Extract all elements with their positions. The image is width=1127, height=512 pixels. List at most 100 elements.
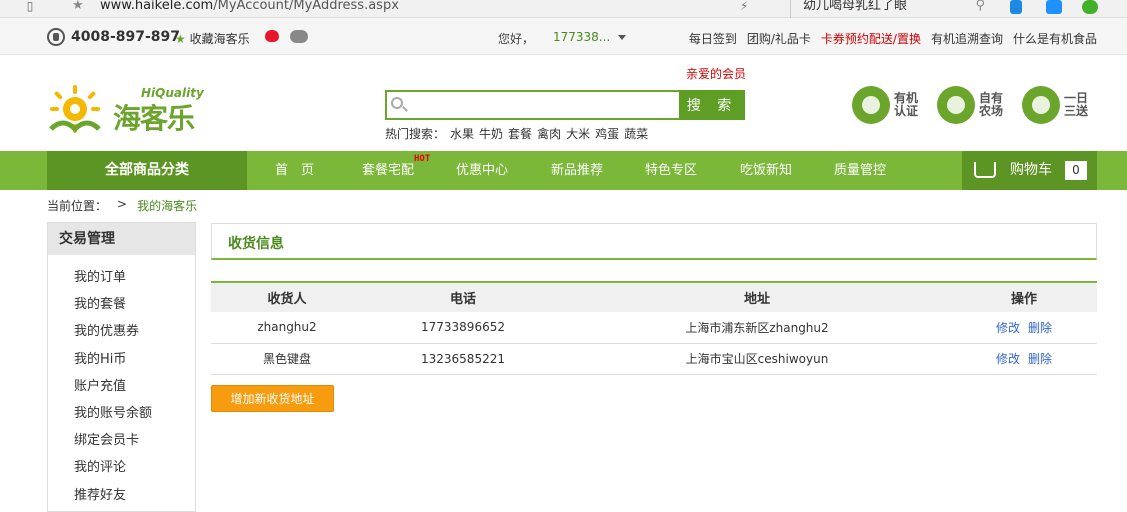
link-group-gift-card[interactable]: 团购/礼品卡 xyxy=(747,30,811,47)
top-links: 每日签到 团购/礼品卡 卡券预约配送/置换 有机追溯查询 什么是有机食品 xyxy=(689,30,1097,47)
sidebar-title: 交易管理 xyxy=(48,222,195,255)
add-address-button[interactable]: 增加新收货地址 xyxy=(211,385,334,412)
reader-icon[interactable]: ▯ xyxy=(20,0,40,12)
sidebar-item-reviews[interactable]: 我的评论 xyxy=(48,454,195,481)
sidebar-item-packages[interactable]: 我的套餐 xyxy=(48,291,195,318)
recipient-name: 黑色键盘 xyxy=(211,343,363,375)
address-bar[interactable]: www.haikele.com/MyAccount/MyAddress.aspx xyxy=(100,0,399,18)
edit-address-link[interactable]: 修改 xyxy=(996,352,1020,366)
badge-label: 自有 xyxy=(979,91,1004,105)
site-search: 搜 索 xyxy=(385,90,745,120)
nav-item-deals[interactable]: 优惠中心 xyxy=(456,151,508,190)
hot-badge: HOT xyxy=(414,154,431,164)
organic-cert-icon xyxy=(852,86,890,124)
badge-label: 农场 xyxy=(979,104,1004,118)
nav-item-packages[interactable]: 套餐宅配 xyxy=(362,151,414,190)
nav-item-food-knowledge[interactable]: 吃饭新知 xyxy=(740,151,792,190)
promo-marquee: 亲爱的会员 xyxy=(686,67,746,81)
hot-keyword[interactable]: 禽肉 xyxy=(537,125,561,142)
service-badges: 有机 认证 自有 农场 一日 三送 xyxy=(852,86,1092,124)
link-daily-checkin[interactable]: 每日签到 xyxy=(689,30,737,47)
bookmark-star-icon[interactable]: ★ xyxy=(72,0,84,12)
column-header: 地址 xyxy=(743,292,770,307)
main-nav: 全部商品分类 首 页 套餐宅配 HOT 优惠中心 新品推荐 特色专区 吃饭新知 … xyxy=(0,151,1127,190)
nav-item-quality[interactable]: 质量管控 xyxy=(834,151,886,190)
search-icon[interactable]: ⚲ xyxy=(975,0,985,12)
column-header: 操作 xyxy=(1010,292,1037,307)
nav-item-new[interactable]: 新品推荐 xyxy=(551,151,603,190)
nav-item-home[interactable]: 首 页 xyxy=(275,151,314,190)
play-extension-icon[interactable] xyxy=(1046,0,1062,14)
sidebar-item-hi-coins[interactable]: 我的Hi币 xyxy=(48,346,195,373)
badge-label: 有机 xyxy=(894,91,919,105)
table-row: 黑色键盘 13236585221 上海市宝山区ceshiwoyun 修改 删除 xyxy=(211,343,1097,375)
greeting-text: 您好， xyxy=(498,32,535,46)
chevron-down-icon[interactable] xyxy=(618,35,626,40)
badge-delivery: 一日 三送 xyxy=(1022,86,1092,124)
sidebar-item-bind-card[interactable]: 绑定会员卡 xyxy=(48,427,195,454)
breadcrumb-separator: > xyxy=(117,197,128,211)
url-path: /MyAccount/MyAddress.aspx xyxy=(213,0,399,13)
column-header: 电话 xyxy=(449,292,476,307)
recipient-phone: 13236585221 xyxy=(363,343,563,375)
cart-button[interactable]: 购物车 0 xyxy=(962,151,1097,190)
browser-search-box[interactable]: 幼儿喝母乳红了眼 ⚲ xyxy=(790,0,990,18)
breadcrumb-current[interactable]: 我的海客乐 xyxy=(137,197,197,214)
link-organic-trace[interactable]: 有机追溯查询 xyxy=(931,30,1003,47)
username-link[interactable]: 177338... xyxy=(553,30,610,44)
recipient-name: zhanghu2 xyxy=(211,312,363,344)
delete-address-link[interactable]: 删除 xyxy=(1028,321,1052,335)
recipient-phone: 17733896652 xyxy=(363,312,563,344)
nav-item-featured[interactable]: 特色专区 xyxy=(645,151,697,190)
panel-header: 收货信息 xyxy=(211,223,1097,260)
sidebar-item-coupons[interactable]: 我的优惠券 xyxy=(48,318,195,345)
search-button[interactable]: 搜 索 xyxy=(679,90,745,120)
site-logo[interactable]: HiQuality 海客乐 xyxy=(45,79,204,139)
hotline-number: 4008-897-897 xyxy=(71,29,181,45)
search-input[interactable] xyxy=(385,90,679,120)
browser-search-text: 幼儿喝母乳红了眼 xyxy=(803,0,908,13)
badge-organic: 有机 认证 xyxy=(852,86,922,124)
favorite-link[interactable]: ★ 收藏海客乐 xyxy=(175,30,250,47)
row-actions: 修改 删除 xyxy=(951,343,1097,375)
sidebar-item-recharge[interactable]: 账户充值 xyxy=(48,373,195,400)
sidebar-item-balance[interactable]: 我的账号余额 xyxy=(48,400,195,427)
delivery-truck-icon xyxy=(1022,86,1060,124)
hot-keyword[interactable]: 大米 xyxy=(566,125,590,142)
cart-count: 0 xyxy=(1065,161,1087,180)
table-header-row: 收货人 电话 地址 操作 xyxy=(211,282,1097,312)
weibo-icon[interactable] xyxy=(265,30,279,42)
link-coupon-delivery[interactable]: 卡券预约配送/置换 xyxy=(821,30,921,47)
hot-keyword[interactable]: 水果 xyxy=(450,125,474,142)
hot-keyword[interactable]: 牛奶 xyxy=(479,125,503,142)
hot-keyword[interactable]: 蔬菜 xyxy=(624,125,648,142)
edit-address-link[interactable]: 修改 xyxy=(996,321,1020,335)
favorite-label: 收藏海客乐 xyxy=(189,32,250,46)
badge-label: 认证 xyxy=(894,104,919,118)
wechat-icon[interactable] xyxy=(290,30,308,43)
browser-toolbar: ▯ ★ www.haikele.com/MyAccount/MyAddress.… xyxy=(0,0,1127,18)
chat-extension-icon[interactable] xyxy=(1082,0,1098,14)
hot-keyword[interactable]: 鸡蛋 xyxy=(595,125,619,142)
phone-icon xyxy=(47,28,65,46)
delete-address-link[interactable]: 删除 xyxy=(1028,352,1052,366)
sidebar-item-orders[interactable]: 我的订单 xyxy=(48,264,195,291)
url-host: www.haikele.com xyxy=(100,0,214,13)
site-header: HiQuality 海客乐 亲爱的会员 搜 索 热门搜索： 水果 牛奶 套餐 禽… xyxy=(0,56,1127,151)
column-header: 收货人 xyxy=(267,292,307,307)
link-what-is-organic[interactable]: 什么是有机食品 xyxy=(1013,30,1097,47)
sun-logo-icon xyxy=(49,85,101,133)
table-row: zhanghu2 17733896652 上海市浦东新区zhanghu2 修改删… xyxy=(211,312,1097,344)
all-categories-button[interactable]: 全部商品分类 xyxy=(47,151,247,190)
address-table: 收货人 电话 地址 操作 zhanghu2 17733896652 上海市浦东新… xyxy=(211,281,1097,375)
hot-searches-label: 热门搜索： xyxy=(385,127,446,141)
cart-label: 购物车 xyxy=(1010,162,1052,178)
sidebar-item-refer-friends[interactable]: 推荐好友 xyxy=(48,482,195,509)
hot-keyword[interactable]: 套餐 xyxy=(508,125,532,142)
badge-label: 三送 xyxy=(1064,104,1089,118)
phone-extension-icon[interactable] xyxy=(1010,0,1022,14)
hot-searches: 热门搜索： 水果 牛奶 套餐 禽肉 大米 鸡蛋 蔬菜 xyxy=(385,125,648,142)
lightning-icon[interactable]: ⚡ xyxy=(740,0,748,12)
top-utility-bar: 4008-897-897 ★ 收藏海客乐 您好， 177338... 每日签到 … xyxy=(0,18,1127,55)
recipient-address: 上海市浦东新区zhanghu2 xyxy=(563,312,951,344)
